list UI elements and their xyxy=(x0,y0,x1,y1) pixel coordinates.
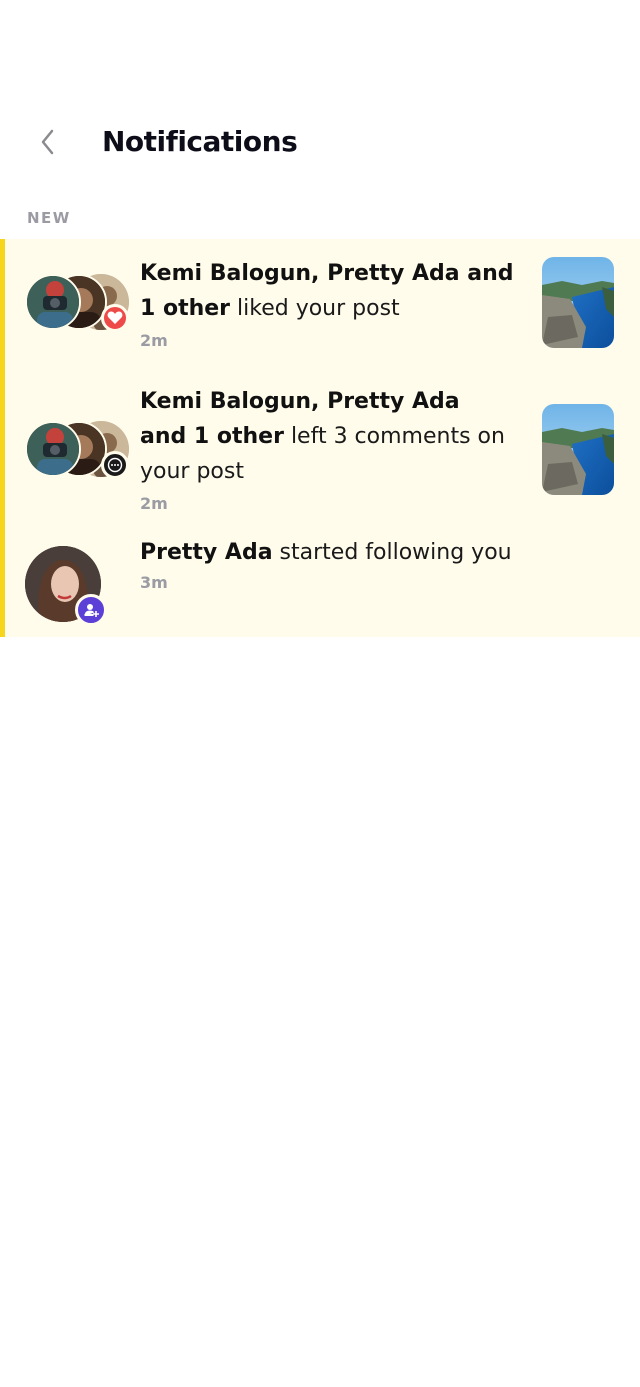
avatar-group xyxy=(25,546,115,628)
notification-actors: Pretty Ada xyxy=(140,540,273,565)
avatar xyxy=(25,421,81,477)
heart-badge xyxy=(101,304,129,332)
comment-badge xyxy=(101,451,129,479)
notification-item[interactable]: Kemi Balogun, Pretty Ada and 1 other lef… xyxy=(5,367,640,519)
avatar-group xyxy=(25,274,131,338)
post-thumbnail[interactable] xyxy=(542,404,614,495)
post-thumbnail[interactable] xyxy=(542,257,614,348)
comment-icon xyxy=(107,457,123,473)
user-add-badge xyxy=(75,594,107,626)
avatar xyxy=(25,274,81,330)
chevron-left-icon xyxy=(41,129,54,155)
notification-text: Kemi Balogun, Pretty Ada and 1 other lef… xyxy=(140,384,510,489)
notification-text: Pretty Ada started following you xyxy=(140,535,560,570)
notification-item[interactable]: Kemi Balogun, Pretty Ada and 1 other lik… xyxy=(5,239,640,367)
notification-text: Kemi Balogun, Pretty Ada and 1 other lik… xyxy=(140,256,520,326)
avatar-group xyxy=(25,421,131,485)
heart-icon xyxy=(107,311,123,324)
notification-action: started following you xyxy=(272,540,512,565)
page-title: Notifications xyxy=(102,125,298,158)
notification-time: 3m xyxy=(140,573,168,592)
notification-item[interactable]: Pretty Ada started following you 3m xyxy=(5,519,640,637)
notification-time: 2m xyxy=(140,494,168,513)
user-add-icon xyxy=(84,604,99,617)
notification-time: 2m xyxy=(140,331,168,350)
section-label-new: NEW xyxy=(27,209,71,227)
header: Notifications xyxy=(0,100,640,184)
notification-list: Kemi Balogun, Pretty Ada and 1 other lik… xyxy=(0,239,640,637)
back-button[interactable] xyxy=(28,122,68,162)
notification-action: liked your post xyxy=(230,296,400,321)
